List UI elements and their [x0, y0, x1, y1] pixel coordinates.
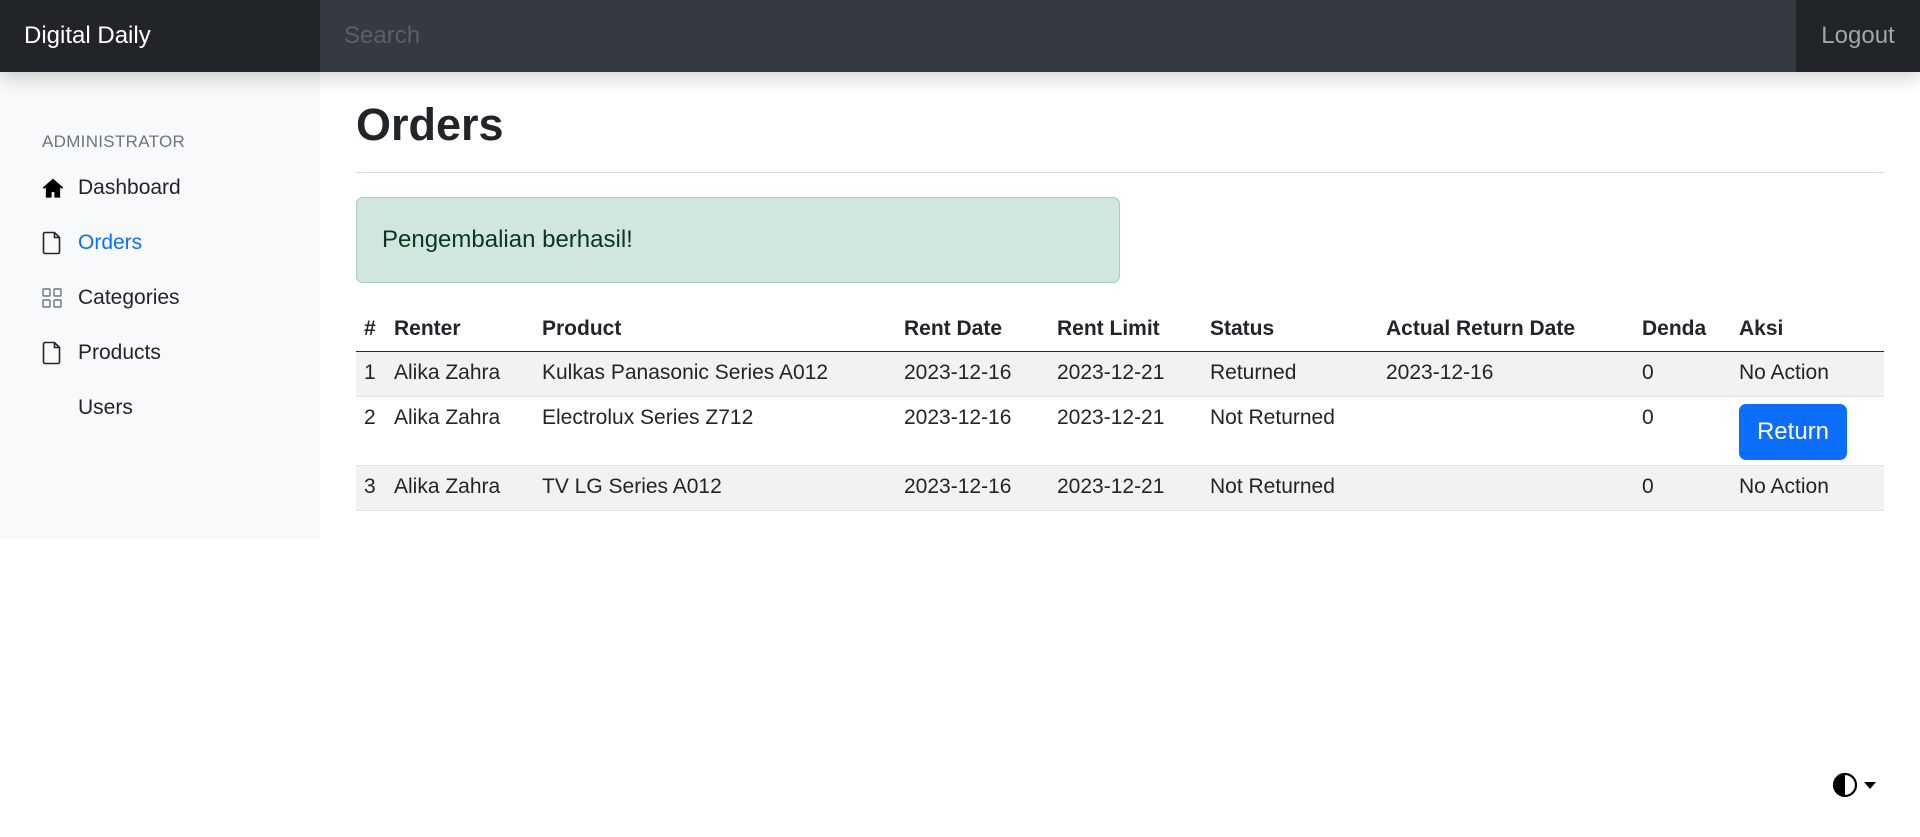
col-header-renter: Renter [386, 308, 534, 352]
cell-rent-date: 2023-12-16 [896, 465, 1049, 511]
cell-aksi: No Action [1731, 351, 1884, 397]
cell-denda: 0 [1634, 465, 1731, 511]
grid-icon [42, 286, 78, 310]
file-icon [42, 341, 78, 365]
col-header-aksi: Aksi [1731, 308, 1884, 352]
cell-no: 2 [356, 396, 386, 466]
col-header-product: Product [534, 308, 896, 352]
top-navbar: Digital Daily Logout [0, 0, 1920, 72]
cell-renter: Alika Zahra [386, 465, 534, 511]
main-content: Orders Pengembalian berhasil! # Renter P… [356, 72, 1884, 511]
cell-denda: 0 [1634, 396, 1731, 466]
cell-rent-date: 2023-12-16 [896, 351, 1049, 397]
contrast-icon [1832, 772, 1858, 798]
col-header-no: # [356, 308, 386, 352]
sidebar-item-dashboard[interactable]: Dashboard [0, 160, 320, 215]
cell-aksi: Return [1731, 396, 1884, 466]
cell-aksi: No Action [1731, 465, 1884, 511]
file-icon [42, 231, 78, 255]
col-header-denda: Denda [1634, 308, 1731, 352]
sidebar-item-label: Users [78, 395, 133, 419]
col-header-actual-return: Actual Return Date [1378, 308, 1634, 352]
cell-actual-return: 2023-12-16 [1378, 351, 1634, 397]
cell-actual-return [1378, 396, 1634, 466]
table-row: 3 Alika Zahra TV LG Series A012 2023-12-… [356, 465, 1884, 511]
page-title: Orders [356, 99, 504, 150]
logout-link[interactable]: Logout [1796, 0, 1920, 72]
cell-denda: 0 [1634, 351, 1731, 397]
sidebar-item-label: Categories [78, 285, 180, 309]
orders-table: # Renter Product Rent Date Rent Limit St… [356, 308, 1884, 511]
sidebar-item-label: Orders [78, 230, 143, 254]
sidebar-item-orders[interactable]: Orders [0, 215, 320, 270]
table-row: 1 Alika Zahra Kulkas Panasonic Series A0… [356, 351, 1884, 397]
house-icon [42, 176, 78, 200]
cell-rent-date: 2023-12-16 [896, 396, 1049, 466]
divider [356, 172, 1884, 173]
success-alert: Pengembalian berhasil! [356, 197, 1120, 283]
sidebar: ADMINISTRATOR Dashboard Orders Categorie… [0, 72, 320, 539]
col-header-status: Status [1202, 308, 1378, 352]
search-bar [320, 0, 1796, 72]
cell-product: TV LG Series A012 [534, 465, 896, 511]
cell-no: 1 [356, 351, 386, 397]
cell-actual-return [1378, 465, 1634, 511]
col-header-rent-limit: Rent Limit [1049, 308, 1202, 352]
search-input[interactable] [320, 0, 1796, 72]
brand-logo[interactable]: Digital Daily [0, 0, 320, 72]
users-icon-placeholder [42, 396, 78, 420]
cell-renter: Alika Zahra [386, 351, 534, 397]
cell-no: 3 [356, 465, 386, 511]
table-row: 2 Alika Zahra Electrolux Series Z712 202… [356, 396, 1884, 466]
cell-rent-limit: 2023-12-21 [1049, 351, 1202, 397]
cell-rent-limit: 2023-12-21 [1049, 396, 1202, 466]
sidebar-heading: ADMINISTRATOR [42, 132, 186, 151]
cell-product: Electrolux Series Z712 [534, 396, 896, 466]
sidebar-item-products[interactable]: Products [0, 325, 320, 380]
sidebar-item-label: Products [78, 340, 161, 364]
cell-status: Returned [1202, 351, 1378, 397]
caret-down-icon [1864, 782, 1876, 789]
sidebar-item-users[interactable]: Users [0, 380, 320, 435]
cell-status: Not Returned [1202, 465, 1378, 511]
return-button[interactable]: Return [1739, 403, 1847, 460]
cell-product: Kulkas Panasonic Series A012 [534, 351, 896, 397]
cell-rent-limit: 2023-12-21 [1049, 465, 1202, 511]
sidebar-item-label: Dashboard [78, 175, 181, 199]
cell-renter: Alika Zahra [386, 396, 534, 466]
sidebar-item-categories[interactable]: Categories [0, 270, 320, 325]
col-header-rent-date: Rent Date [896, 308, 1049, 352]
theme-toggle-button[interactable] [1832, 772, 1878, 798]
table-header-row: # Renter Product Rent Date Rent Limit St… [356, 308, 1884, 352]
cell-status: Not Returned [1202, 396, 1378, 466]
